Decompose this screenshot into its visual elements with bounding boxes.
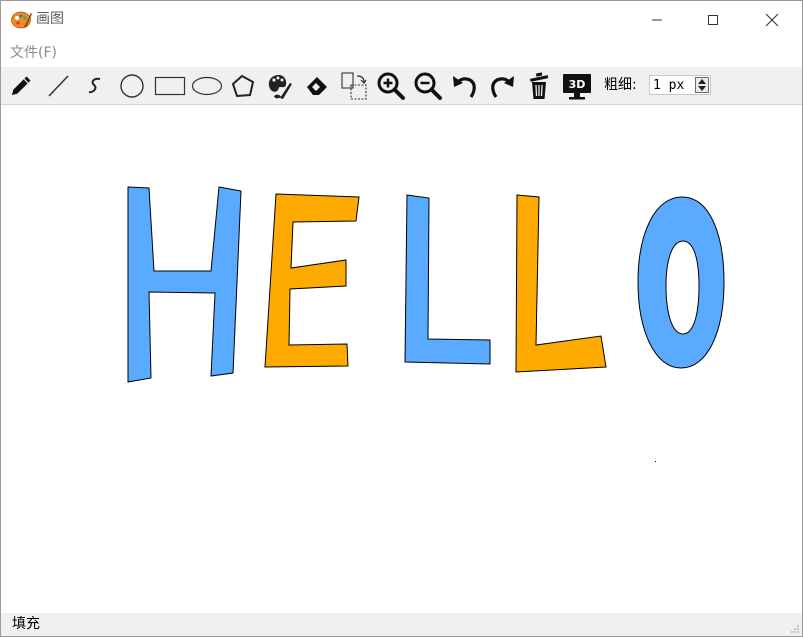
close-icon — [765, 13, 779, 27]
select-copy-icon — [341, 72, 367, 100]
letter-l1-shape — [404, 194, 491, 365]
spin-down-button[interactable] — [696, 85, 708, 92]
redo-tool-button[interactable] — [485, 69, 519, 103]
letter-e-shape — [264, 193, 360, 368]
select-copy-tool-button[interactable] — [337, 69, 371, 103]
clear-tool-button[interactable] — [522, 69, 556, 103]
title-bar[interactable]: 画图 — [1, 1, 802, 39]
3d-icon-text: 3D — [569, 78, 586, 91]
drawing-canvas[interactable] — [1, 105, 802, 613]
status-bar: 填充 — [1, 613, 802, 636]
redo-icon — [491, 76, 514, 98]
ellipse-icon — [191, 76, 223, 96]
circle-tool-button[interactable] — [115, 69, 149, 103]
thickness-value[interactable]: 1 px — [653, 77, 684, 94]
polygon-tool-button[interactable] — [226, 69, 260, 103]
paint-window: 画图 文件(F) 3D 粗细: 1 px 填充 — [0, 0, 803, 637]
zoom-in-icon — [377, 72, 405, 100]
resize-grip-icon[interactable] — [790, 624, 800, 634]
maximize-button[interactable] — [684, 1, 742, 39]
minimize-icon — [652, 19, 662, 21]
thickness-spin-buttons — [695, 77, 709, 93]
undo-tool-button[interactable] — [448, 69, 482, 103]
line-tool-button[interactable] — [41, 69, 75, 103]
undo-icon — [453, 76, 476, 98]
canvas-drawing — [127, 186, 725, 462]
rectangle-icon — [154, 76, 186, 96]
curve-tool-button[interactable] — [78, 69, 112, 103]
3d-monitor-icon: 3D — [563, 74, 591, 100]
rectangle-tool-button[interactable] — [152, 69, 188, 103]
pencil-icon — [12, 76, 31, 95]
zoom-out-icon — [414, 72, 442, 100]
thickness-label: 粗细: — [604, 77, 637, 93]
window-title: 画图 — [36, 11, 64, 27]
toolbar: 3D 粗细: 1 px — [1, 67, 802, 105]
color-palette-tool-button[interactable] — [263, 69, 297, 103]
menu-bar: 文件(F) — [1, 39, 802, 67]
letter-h-shape — [127, 186, 242, 383]
letter-o-shape — [637, 196, 725, 369]
close-button[interactable] — [743, 1, 801, 39]
chevron-up-icon — [698, 79, 706, 84]
trash-icon — [529, 72, 549, 99]
status-text: 填充 — [12, 616, 40, 632]
polygon-icon — [231, 74, 255, 98]
pencil-tool-button[interactable] — [4, 69, 38, 103]
line-icon — [48, 75, 69, 97]
paint-palette-icon — [11, 10, 32, 29]
thickness-spinbox[interactable]: 1 px — [649, 75, 711, 95]
chevron-down-icon — [698, 86, 706, 91]
curve-icon — [88, 77, 101, 94]
zoom-in-tool-button[interactable] — [374, 69, 408, 103]
palette-icon — [268, 75, 292, 99]
menu-file[interactable]: 文件(F) — [10, 44, 57, 62]
eraser-tool-button[interactable] — [300, 69, 334, 103]
circle-icon — [120, 74, 144, 98]
3d-tool-button[interactable]: 3D — [559, 69, 595, 103]
eraser-icon — [307, 77, 327, 95]
spin-up-button[interactable] — [696, 78, 708, 85]
minimize-button[interactable] — [628, 1, 686, 39]
zoom-out-tool-button[interactable] — [411, 69, 445, 103]
stray-dot — [655, 461, 656, 462]
ellipse-tool-button[interactable] — [190, 69, 224, 103]
letter-l2-shape — [515, 194, 607, 373]
maximize-icon — [708, 15, 718, 25]
